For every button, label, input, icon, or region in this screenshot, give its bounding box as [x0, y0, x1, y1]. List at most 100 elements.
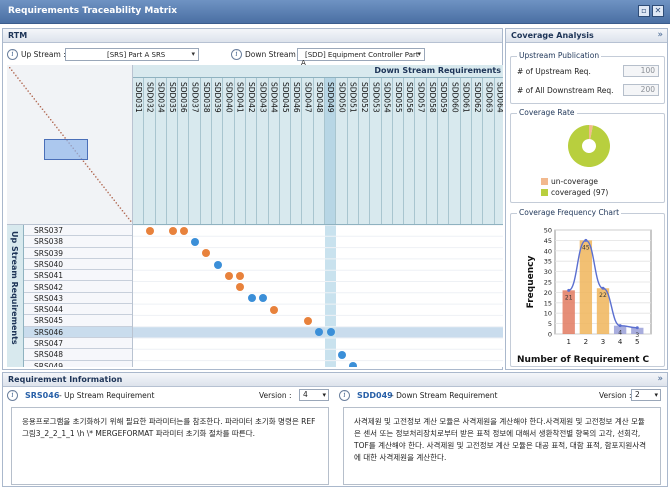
row-header-srs044[interactable]: SRS044: [24, 304, 132, 316]
column-header-sdd055[interactable]: SDD055: [393, 78, 405, 224]
trace-link-dot[interactable]: [145, 226, 154, 235]
row-header-srs043[interactable]: SRS043: [24, 293, 132, 305]
column-header-sdd046[interactable]: SDD046: [291, 78, 303, 224]
column-header-sdd058[interactable]: SDD058: [427, 78, 439, 224]
column-header-label: SDD059: [439, 82, 449, 113]
column-header-sdd052[interactable]: SDD052: [359, 78, 371, 224]
column-header-label: SDD062: [473, 82, 482, 113]
column-header-label: SDD031: [134, 82, 143, 113]
column-header-sdd061[interactable]: SDD061: [461, 78, 472, 224]
column-header-sdd056[interactable]: SDD056: [404, 78, 416, 224]
column-header-sdd038[interactable]: SDD038: [201, 78, 213, 224]
row-header-srs046[interactable]: SRS046: [24, 326, 132, 338]
matrix-grid[interactable]: [133, 225, 503, 367]
column-header-sdd053[interactable]: SDD053: [370, 78, 382, 224]
trace-link-dot[interactable]: [338, 350, 347, 359]
collapse-right-icon[interactable]: »: [657, 30, 663, 40]
column-header-sdd044[interactable]: SDD044: [269, 78, 280, 224]
column-header-sdd051[interactable]: SDD051: [348, 78, 359, 224]
overview-mark: [117, 204, 120, 207]
row-header-srs038[interactable]: SRS038: [24, 236, 132, 248]
close-button[interactable]: ✕: [652, 5, 664, 17]
y-tick-label: 25: [544, 279, 552, 287]
reqinfo-panel-header: Requirement Information »: [3, 373, 667, 387]
column-header-sdd045[interactable]: SDD045: [280, 78, 292, 224]
trend-point: [584, 238, 588, 242]
column-header-sdd062[interactable]: SDD062: [472, 78, 484, 224]
overview-mark: [54, 124, 56, 126]
info-icon[interactable]: i: [7, 390, 18, 401]
trace-link-dot[interactable]: [349, 362, 358, 367]
column-header-sdd041[interactable]: SDD041: [235, 78, 246, 224]
overview-viewport-rect[interactable]: [44, 139, 88, 160]
column-header-label: SDD054: [382, 82, 392, 113]
column-header-sdd039[interactable]: SDD039: [212, 78, 224, 224]
collapse-down-icon[interactable]: »: [657, 374, 663, 384]
overview-mark: [15, 74, 17, 77]
column-header-sdd037[interactable]: SDD037: [190, 78, 201, 224]
column-header-label: SDD052: [360, 82, 369, 113]
column-header-sdd040[interactable]: SDD040: [223, 78, 235, 224]
column-header-sdd049[interactable]: SDD049: [325, 78, 337, 224]
column-header-sdd047[interactable]: SDD047: [303, 78, 314, 224]
down-version-dropdown[interactable]: 2 ▾: [631, 389, 661, 401]
column-header-sdd034[interactable]: SDD034: [156, 78, 167, 224]
column-header-sdd048[interactable]: SDD048: [314, 78, 326, 224]
column-header-label: SDD053: [371, 82, 381, 113]
column-header-sdd057[interactable]: SDD057: [416, 78, 427, 224]
down-req-id-link[interactable]: SDD049: [357, 391, 393, 400]
column-header-sdd063[interactable]: SDD063: [483, 78, 495, 224]
info-icon[interactable]: i: [7, 49, 18, 60]
up-req-id-link[interactable]: SRS046: [25, 391, 59, 400]
rtm-panel: RTM i Up Stream : [SRS] Part A SRS ▾ i D…: [2, 28, 503, 370]
row-header-srs048[interactable]: SRS048: [24, 349, 132, 361]
column-header-sdd036[interactable]: SDD036: [178, 78, 190, 224]
down-stream-dropdown[interactable]: [SDD] Equipment Controller Part A ▾: [297, 48, 425, 67]
row-header-srs041[interactable]: SRS041: [24, 270, 132, 282]
trace-link-dot[interactable]: [179, 226, 188, 235]
column-header-sdd031[interactable]: SDD031: [133, 78, 145, 224]
up-version-dropdown[interactable]: 4 ▾: [299, 389, 329, 401]
up-req-desc: - Up Stream Requirement: [59, 391, 155, 400]
column-header-sdd059[interactable]: SDD059: [438, 78, 450, 224]
column-header-label: SDD056: [405, 82, 415, 113]
info-icon[interactable]: i: [339, 390, 350, 401]
column-header-sdd035[interactable]: SDD035: [167, 78, 179, 224]
frequency-bar: [579, 240, 593, 334]
row-header-srs040[interactable]: SRS040: [24, 259, 132, 271]
trace-link-dot[interactable]: [213, 260, 222, 269]
trace-link-dot[interactable]: [168, 226, 177, 235]
column-header-sdd032[interactable]: SDD032: [144, 78, 156, 224]
row-header-srs037[interactable]: SRS037: [24, 225, 132, 237]
row-header-area: SRS037 SRS038 SRS039 SRS040 SRS041 SRS042 SRS0…: [24, 225, 133, 367]
trace-link-dot[interactable]: [225, 271, 234, 280]
up-version-value: 4: [303, 390, 308, 399]
row-header-label: SRS048: [34, 350, 64, 360]
row-header-srs047[interactable]: SRS047: [24, 338, 132, 350]
up-stream-dropdown[interactable]: [SRS] Part A SRS ▾: [65, 48, 199, 61]
column-header-sdd054[interactable]: SDD054: [382, 78, 393, 224]
overview-mark: [47, 116, 50, 118]
row-header-srs039[interactable]: SRS039: [24, 248, 132, 259]
coverage-rate-pie: [568, 125, 610, 167]
restore-button[interactable]: ▫: [638, 5, 650, 17]
overview-mark: [119, 207, 122, 209]
legend-uncovered: un-coverage: [541, 177, 598, 186]
trace-link-dot[interactable]: [270, 305, 279, 314]
row-header-srs045[interactable]: SRS045: [24, 315, 132, 327]
column-header-label: SDD040: [224, 82, 234, 113]
info-icon[interactable]: i: [231, 49, 242, 60]
column-header-sdd043[interactable]: SDD043: [257, 78, 269, 224]
row-header-srs049[interactable]: SRS049: [24, 361, 132, 367]
matrix-overview-navigator[interactable]: [7, 65, 133, 225]
column-header-sdd050[interactable]: SDD050: [336, 78, 348, 224]
row-header-label: SRS040: [34, 259, 64, 269]
overview-mark: [27, 90, 29, 92]
row-header-srs042[interactable]: SRS042: [24, 282, 132, 293]
down-stream-label: Down Stream :: [245, 50, 301, 59]
column-header-sdd042[interactable]: SDD042: [246, 78, 258, 224]
down-version-value: 2: [635, 390, 640, 399]
x-tick-label: 5: [635, 338, 639, 346]
column-header-sdd060[interactable]: SDD060: [449, 78, 461, 224]
column-header-sdd064[interactable]: SDD064: [495, 78, 503, 224]
